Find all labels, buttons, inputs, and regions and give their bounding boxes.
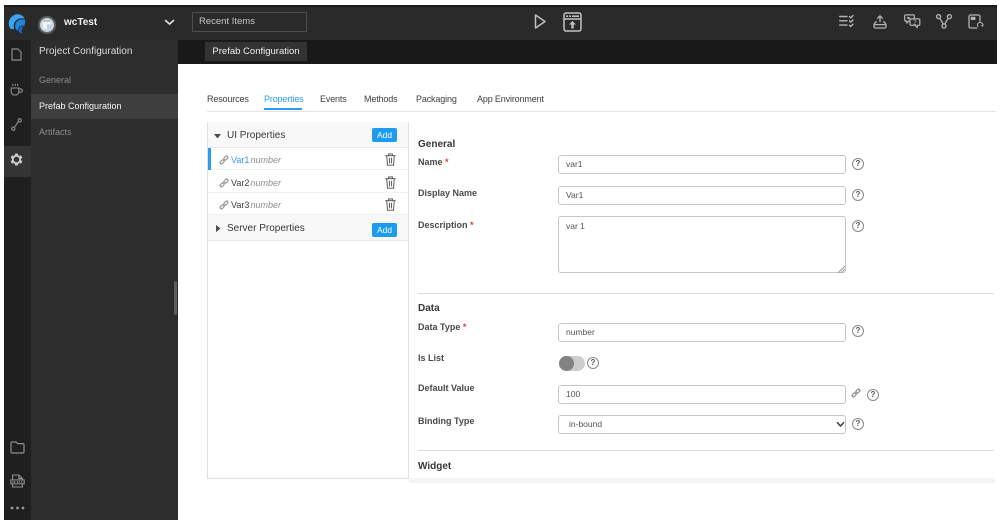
svg-text:2: 2	[913, 19, 917, 26]
